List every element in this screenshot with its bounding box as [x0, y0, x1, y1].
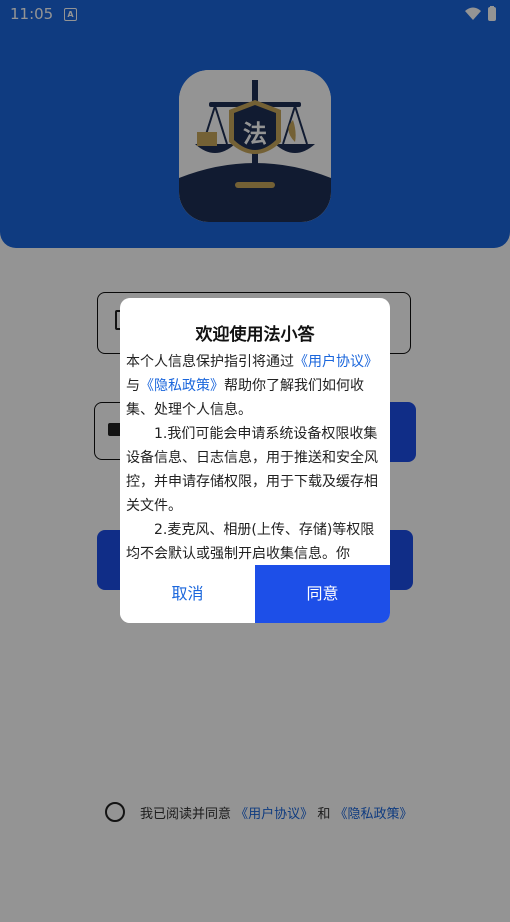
- intro-text-a: 本个人信息保护指引将通过: [126, 354, 294, 370]
- dialog-privacy-policy-link[interactable]: 《隐私政策》: [140, 378, 224, 394]
- dialog-title: 欢迎使用法小答: [195, 325, 315, 345]
- dialog-intro: 本个人信息保护指引将通过《用户协议》与《隐私政策》帮助你了解我们如何收集、处理个…: [126, 350, 384, 422]
- dialog-user-agreement-link[interactable]: 《用户协议》: [294, 354, 378, 370]
- intro-and: 与: [126, 378, 140, 394]
- dialog-item-1: 1.我们可能会申请系统设备权限收集设备信息、日志信息，用于推送和安全风控，并申请…: [126, 426, 378, 514]
- privacy-dialog: 欢迎使用法小答 本个人信息保护指引将通过《用户协议》与《隐私政策》帮助你了解我们…: [120, 298, 390, 623]
- dialog-item-2: 2.麦克风、相册(上传、存储)等权限均不会默认或强制开启收集信息。你: [126, 522, 375, 562]
- agree-button[interactable]: 同意: [255, 565, 390, 623]
- dialog-body: 本个人信息保护指引将通过《用户协议》与《隐私政策》帮助你了解我们如何收集、处理个…: [126, 350, 384, 562]
- cancel-button[interactable]: 取消: [120, 565, 255, 623]
